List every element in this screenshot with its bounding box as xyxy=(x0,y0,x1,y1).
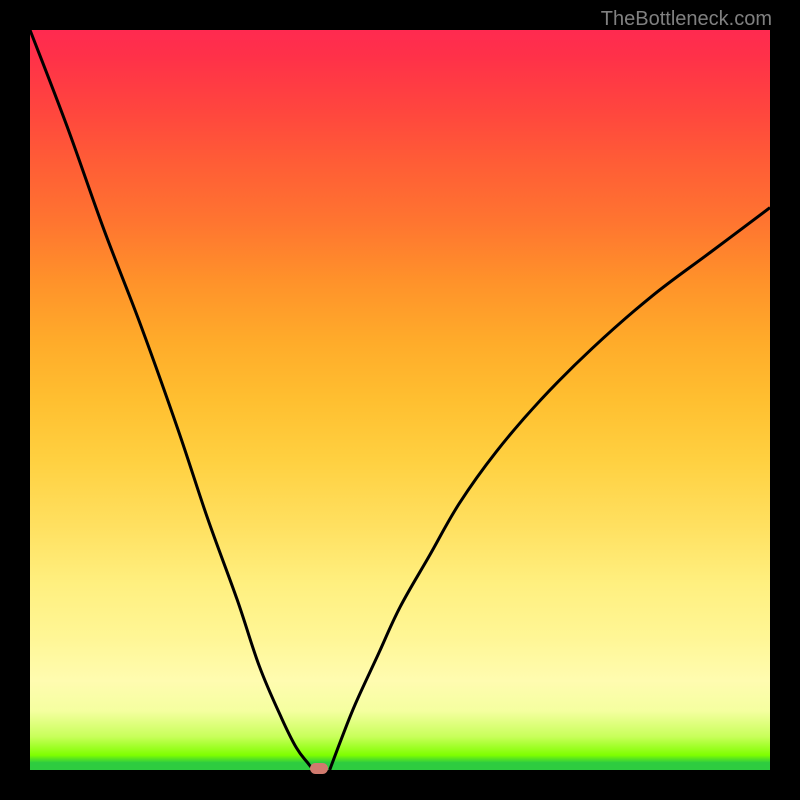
minimum-marker xyxy=(310,763,328,774)
right-curve xyxy=(330,208,770,770)
left-curve xyxy=(30,30,313,770)
watermark-text: TheBottleneck.com xyxy=(601,8,772,31)
plot-area xyxy=(30,30,770,770)
chart-container: TheBottleneck.com xyxy=(0,0,800,800)
curve-layer xyxy=(30,30,770,770)
